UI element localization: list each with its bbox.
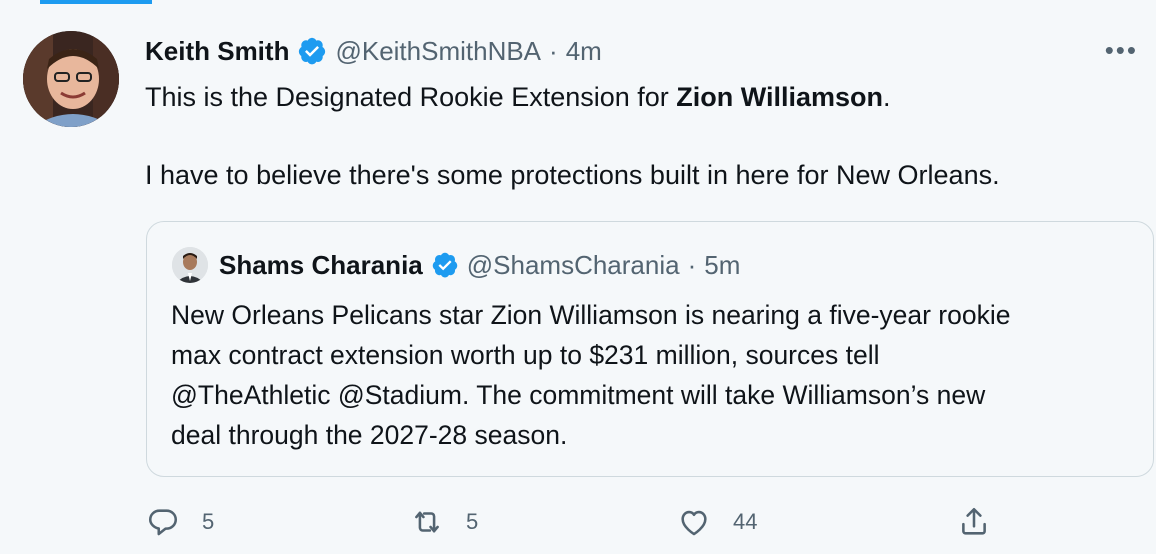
author-avatar[interactable] xyxy=(23,31,119,127)
share-button[interactable] xyxy=(957,505,991,539)
quoted-header: Shams Charania @ShamsCharania · 5m xyxy=(219,248,740,282)
quoted-text-line: New Orleans Pelicans star Zion Williamso… xyxy=(171,300,1011,330)
reply-count: 5 xyxy=(202,509,215,534)
like-count: 44 xyxy=(733,509,758,534)
quoted-avatar-image xyxy=(172,247,208,283)
share-icon xyxy=(962,507,986,535)
retweet-count: 5 xyxy=(466,509,479,534)
tweet-timestamp[interactable]: 4m xyxy=(566,34,602,68)
tweet-text-bold: Zion Williamson xyxy=(676,82,884,112)
quoted-separator-dot: · xyxy=(687,250,697,280)
verified-badge-icon xyxy=(299,37,326,65)
quoted-text-line: deal through the 2027-28 season. xyxy=(171,420,568,450)
separator-dot: · xyxy=(549,36,558,66)
reply-icon xyxy=(148,509,178,536)
quoted-text-line: max contract extension worth up to $231 … xyxy=(171,340,880,370)
quoted-text-line: @TheAthletic @Stadium. The commitment wi… xyxy=(171,380,986,410)
author-avatar-image xyxy=(23,31,119,127)
more-dots-icon[interactable]: ••• xyxy=(1105,37,1138,63)
tweet-text-line2: I have to believe there's some protectio… xyxy=(145,160,1000,190)
tweet-header: Keith Smith @KeithSmithNBA · 4m xyxy=(145,34,602,68)
retweet-icon xyxy=(415,511,439,533)
quoted-author-handle[interactable]: @ShamsCharania xyxy=(467,248,680,282)
quoted-text: New Orleans Pelicans star Zion Williamso… xyxy=(171,295,1141,455)
tweet-text-suffix: . xyxy=(883,82,891,112)
quoted-tweet[interactable]: Shams Charania @ShamsCharania · 5m New O… xyxy=(146,221,1154,477)
retweet-button[interactable]: 5 xyxy=(410,505,478,539)
verified-badge-icon xyxy=(432,252,457,278)
quoted-author-avatar xyxy=(172,247,208,283)
quoted-author-name[interactable]: Shams Charania xyxy=(219,248,423,282)
heart-icon xyxy=(681,510,707,536)
tweet-text-prefix: This is the Designated Rookie Extension … xyxy=(145,82,677,112)
tweet-text: This is the Designated Rookie Extension … xyxy=(145,80,891,114)
quoted-timestamp[interactable]: 5m xyxy=(704,248,740,282)
author-handle[interactable]: @KeithSmithNBA xyxy=(335,34,541,68)
like-button[interactable]: 44 xyxy=(677,505,757,539)
tweet-card[interactable]: Keith Smith @KeithSmithNBA · 4m ••• This… xyxy=(0,0,1156,554)
tweet-actions: 5 5 44 xyxy=(0,505,1156,545)
reply-button[interactable]: 5 xyxy=(146,505,214,539)
author-name[interactable]: Keith Smith xyxy=(145,34,289,68)
